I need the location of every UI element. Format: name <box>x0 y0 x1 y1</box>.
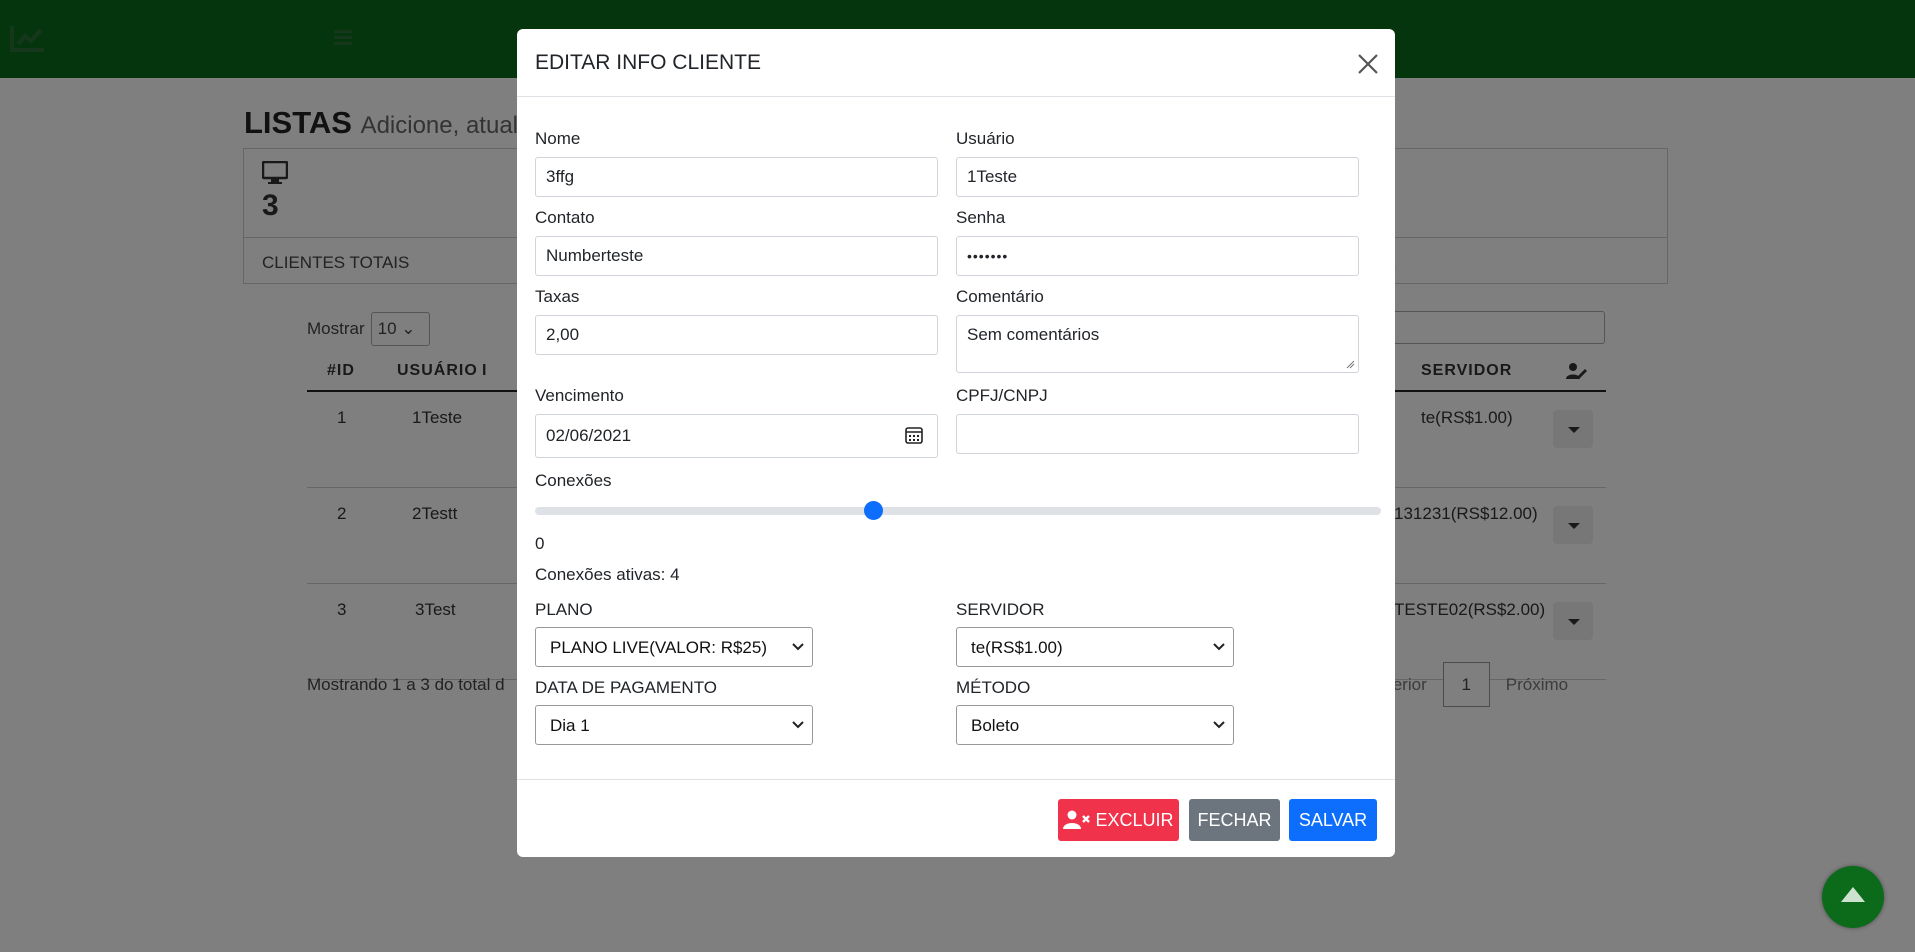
comentario-textarea[interactable]: Sem comentários <box>956 315 1359 373</box>
plano-select[interactable]: PLANO LIVE(VALOR: R$25) <box>535 627 813 667</box>
comentario-label: Comentário <box>956 287 1044 306</box>
excluir-button[interactable]: EXCLUIR <box>1058 799 1179 841</box>
vencimento-date-input[interactable]: 02/06/2021 <box>535 414 938 458</box>
contato-label: Contato <box>535 208 595 227</box>
servidor-value: te(RS$1.00) <box>971 638 1063 657</box>
servidor-select[interactable]: te(RS$1.00) <box>956 627 1234 667</box>
vencimento-value: 02/06/2021 <box>546 426 632 445</box>
senha-label: Senha <box>956 208 1006 227</box>
conexoes-value: 0 <box>535 534 545 553</box>
calendar-icon[interactable] <box>905 426 923 444</box>
data-pagamento-value: Dia 1 <box>550 716 590 735</box>
conexoes-slider-thumb[interactable] <box>864 501 883 520</box>
excluir-label: EXCLUIR <box>1095 809 1174 830</box>
modal-footer: EXCLUIR FECHAR SALVAR <box>517 779 1395 857</box>
taxas-input[interactable]: 2,00 <box>535 315 938 355</box>
contato-input[interactable]: Numberteste <box>535 236 938 276</box>
taxas-label: Taxas <box>535 287 580 306</box>
chevron-down-icon <box>792 643 804 651</box>
conexoes-label: Conexões <box>535 471 612 490</box>
servidor-label: SERVIDOR <box>956 600 1045 619</box>
plano-label: PLANO <box>535 600 593 619</box>
modal-title: EDITAR INFO CLIENTE <box>535 51 761 74</box>
usuario-input[interactable]: 1Teste <box>956 157 1359 197</box>
chevron-down-icon <box>792 721 804 729</box>
vencimento-label: Vencimento <box>535 386 624 405</box>
resize-grip-icon[interactable] <box>1346 360 1355 369</box>
data-pagamento-label: DATA DE PAGAMENTO <box>535 678 717 697</box>
cpf-input[interactable] <box>956 414 1359 454</box>
cpf-label: CPFJ/CNPJ <box>956 386 1048 405</box>
user-remove-icon <box>1063 810 1091 829</box>
metodo-select[interactable]: Boleto <box>956 705 1234 745</box>
comentario-text: Sem comentários <box>967 325 1100 344</box>
chevron-down-icon <box>1213 721 1225 729</box>
salvar-button[interactable]: SALVAR <box>1289 799 1377 841</box>
data-pagamento-select[interactable]: Dia 1 <box>535 705 813 745</box>
chevron-down-icon <box>1213 643 1225 651</box>
caret-up-icon <box>1841 887 1865 902</box>
conexoes-slider-track[interactable] <box>535 507 1381 515</box>
senha-input[interactable]: ••••••• <box>956 236 1359 276</box>
nome-input[interactable]: 3ffg <box>535 157 938 197</box>
modal-header: EDITAR INFO CLIENTE <box>517 29 1395 97</box>
edit-client-modal: EDITAR INFO CLIENTE Nome 3ffg Usuário 1T… <box>517 29 1395 857</box>
nome-label: Nome <box>535 129 581 148</box>
conexoes-ativas: Conexões ativas: 4 <box>535 565 680 584</box>
usuario-label: Usuário <box>956 129 1015 148</box>
close-icon[interactable] <box>1355 51 1381 77</box>
metodo-label: MÉTODO <box>956 678 1031 697</box>
fechar-button[interactable]: FECHAR <box>1189 799 1280 841</box>
plano-value: PLANO LIVE(VALOR: R$25) <box>550 638 767 657</box>
scroll-to-top-button[interactable] <box>1822 866 1884 928</box>
metodo-value: Boleto <box>971 716 1020 735</box>
